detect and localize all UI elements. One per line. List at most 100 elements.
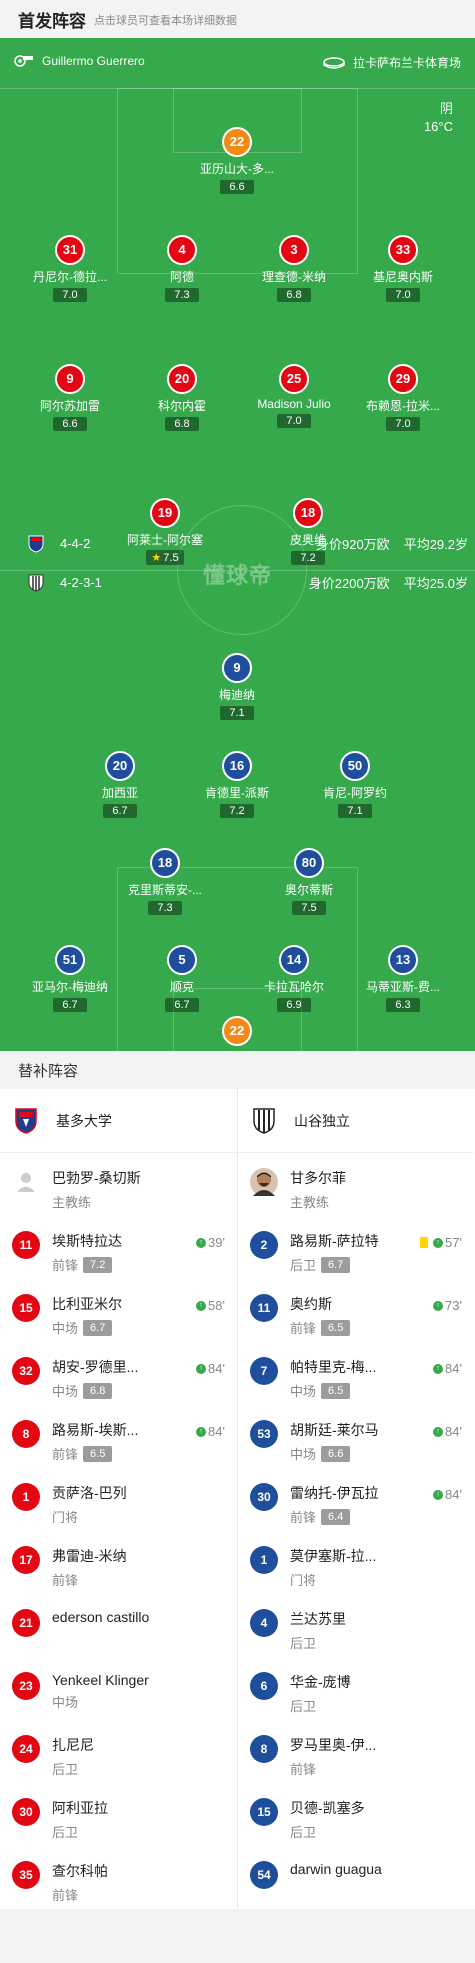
away-coach[interactable]: 甘多尔菲 主教练 — [238, 1153, 474, 1216]
sub-position-label: 中场 — [52, 1384, 79, 1399]
sub-number: 30 — [12, 1798, 40, 1826]
player-name: 亚历山大-多... — [200, 162, 274, 176]
home-player[interactable]: 9 阿尔苏加雷 6.6 — [10, 364, 130, 432]
sub-name: 胡安-罗德里... — [52, 1359, 139, 1375]
home-player[interactable]: 18 皮奥维 7.2 — [248, 498, 368, 566]
away-avg-age: 平均25.0岁 — [403, 576, 468, 591]
sub-in-minute: 84' — [208, 1361, 225, 1376]
weather-label: 阴 — [439, 101, 453, 116]
away-crest-icon — [28, 574, 46, 592]
venue: 拉卡萨布兰卡体育场 — [323, 54, 461, 71]
away-sub-row[interactable]: 30 雷纳托-伊瓦拉 前锋 6.4 ↑ 84' — [238, 1468, 474, 1531]
sub-rating: 6.4 — [321, 1508, 351, 1525]
sub-position: 中场 — [52, 1692, 237, 1711]
sub-number: 8 — [250, 1735, 278, 1763]
away-sub-row[interactable]: 15 贝德-凯塞多 后卫 — [238, 1783, 474, 1846]
away-player[interactable]: 22比利亚尔6.6 — [177, 1016, 297, 1051]
away-player[interactable]: 50 肯尼-阿罗约 7.1 — [295, 751, 415, 819]
home-player[interactable]: 25 Madison Julio 7.0 — [234, 364, 354, 429]
player-name: 马蒂亚斯-费... — [366, 980, 440, 994]
home-sub-row[interactable]: 15 比利亚米尔 中场 6.7 ↑ 58' — [0, 1279, 237, 1342]
sub-number: 1 — [12, 1483, 40, 1511]
player-number: 31 — [55, 235, 85, 265]
away-player[interactable]: 80 奥尔蒂斯 7.5 — [249, 848, 369, 916]
away-sub-row[interactable]: 6 华金-庞博 后卫 — [238, 1657, 474, 1720]
away-player[interactable]: 5 顺克 6.7 — [122, 945, 242, 1013]
sub-position-label: 前锋 — [290, 1510, 317, 1525]
away-sub-row[interactable]: 2 路易斯-萨拉特 后卫 6.7 ↑ 57' — [238, 1216, 474, 1279]
player-number: 80 — [294, 848, 324, 878]
player-number: 13 — [388, 945, 418, 975]
player-number: 9 — [222, 653, 252, 683]
home-player[interactable]: 3 理查德-米纳 6.8 — [234, 235, 354, 303]
sub-in-icon: ↑ — [433, 1426, 444, 1437]
player-rating: 6.6 — [53, 417, 87, 431]
away-crest-icon — [250, 1107, 278, 1135]
sub-name: 路易斯-埃斯... — [52, 1422, 139, 1438]
sub-name: 贡萨洛-巴列 — [52, 1485, 127, 1501]
home-sub-row[interactable]: 24 扎尼尼 后卫 — [0, 1720, 237, 1783]
player-rating: 7.2 — [220, 804, 254, 818]
away-player[interactable]: 16 肯德里-派斯 7.2 — [177, 751, 297, 819]
sub-position-label: 前锋 — [52, 1258, 79, 1273]
home-player[interactable]: 22 亚历山大-多... 6.6 — [177, 127, 297, 195]
player-rating: 6.9 — [277, 998, 311, 1012]
away-player[interactable]: 51 亚马尔-梅迪纳 6.7 — [10, 945, 130, 1013]
sub-name: 扎尼尼 — [52, 1737, 94, 1753]
home-player[interactable]: 20 科尔内霍 6.8 — [122, 364, 242, 432]
home-player[interactable]: 31 丹尼尔-德拉... 7.0 — [10, 235, 130, 303]
sub-in-icon: ↑ — [433, 1237, 444, 1248]
sub-in-icon: ↑ — [196, 1363, 207, 1374]
sub-in-time: ↑ 84' — [196, 1361, 225, 1376]
weather: 阴 16°C — [424, 100, 453, 136]
player-name: 卡拉瓦哈尔 — [263, 980, 324, 994]
home-subs-list: 11 埃斯特拉达 前锋 7.2 ↑ 39' 15 比利亚米尔 中场 6.7 ↑ 58' 32 胡安-罗德里… — [0, 1216, 237, 1909]
player-name: 科尔内霍 — [157, 399, 206, 413]
sub-rating: 6.7 — [83, 1319, 113, 1336]
away-sub-row[interactable]: 11 奥约斯 前锋 6.5 ↑ 73' — [238, 1279, 474, 1342]
sub-name: 雷纳托-伊瓦拉 — [290, 1485, 379, 1501]
away-sub-row[interactable]: 7 帕特里克-梅... 中场 6.5 ↑ 84' — [238, 1342, 474, 1405]
away-team-row[interactable]: 山谷独立 — [238, 1089, 474, 1153]
away-player[interactable]: 13 马蒂亚斯-费... 6.3 — [343, 945, 463, 1013]
away-player[interactable]: 18 克里斯蒂安-... 7.3 — [105, 848, 225, 916]
away-player[interactable]: 20 加西亚 6.7 — [60, 751, 180, 819]
sub-position: 前锋 7.2 — [52, 1255, 237, 1274]
home-player[interactable]: 19 阿莱士-阿尔塞 ★ 7.5 — [105, 498, 225, 566]
home-coach-name: 巴勃罗-桑切斯 — [52, 1170, 141, 1186]
away-sub-row[interactable]: 53 胡斯廷-莱尔马 中场 6.6 ↑ 84' — [238, 1405, 474, 1468]
away-sub-row[interactable]: 1 莫伊塞斯-拉... 门将 — [238, 1531, 474, 1594]
home-sub-row[interactable]: 11 埃斯特拉达 前锋 7.2 ↑ 39' — [0, 1216, 237, 1279]
away-sub-row[interactable]: 4 兰达苏里 后卫 — [238, 1594, 474, 1657]
sub-in-time: ↑ 84' — [433, 1424, 462, 1439]
sub-position-label: 后卫 — [52, 1825, 79, 1840]
home-sub-row[interactable]: 32 胡安-罗德里... 中场 6.8 ↑ 84' — [0, 1342, 237, 1405]
sub-name: 路易斯-萨拉特 — [290, 1233, 379, 1249]
home-sub-row[interactable]: 1 贡萨洛-巴列 门将 — [0, 1468, 237, 1531]
away-sub-row[interactable]: 54 darwin guagua — [238, 1846, 474, 1909]
player-rating: 7.1 — [220, 706, 254, 720]
pitch: Guillermo Guerrero 拉卡萨布兰卡体育场 阴 16°C 懂球帝 … — [0, 38, 475, 1051]
home-sub-row[interactable]: 21 ederson castillo — [0, 1594, 237, 1657]
home-sub-row[interactable]: 8 路易斯-埃斯... 前锋 6.5 ↑ 84' — [0, 1405, 237, 1468]
home-player[interactable]: 29 布赖恩-拉米... 7.0 — [343, 364, 463, 432]
away-sub-row[interactable]: 8 罗马里奥-伊... 前锋 — [238, 1720, 474, 1783]
sub-position-label: 后卫 — [290, 1699, 317, 1714]
player-name: Madison Julio — [257, 397, 331, 411]
home-sub-row[interactable]: 17 弗雷迪-米纳 前锋 — [0, 1531, 237, 1594]
home-team-row[interactable]: 基多大学 — [0, 1089, 237, 1153]
sub-position-label: 前锋 — [52, 1447, 79, 1462]
referee: Guillermo Guerrero — [14, 54, 145, 68]
home-player[interactable]: 4 阿德 7.3 — [122, 235, 242, 303]
sub-rating: 6.8 — [83, 1382, 113, 1399]
away-player[interactable]: 9 梅迪纳 7.1 — [177, 653, 297, 721]
sub-position-label: 中场 — [52, 1695, 79, 1710]
home-player[interactable]: 33 基尼奥内斯 7.0 — [343, 235, 463, 303]
home-coach[interactable]: 巴勃罗-桑切斯 主教练 — [0, 1153, 237, 1216]
home-sub-row[interactable]: 23 Yenkeel Klinger 中场 — [0, 1657, 237, 1720]
away-player[interactable]: 14 卡拉瓦哈尔 6.9 — [234, 945, 354, 1013]
player-number: 5 — [167, 945, 197, 975]
home-sub-row[interactable]: 35 查尔科帕 前锋 — [0, 1846, 237, 1909]
rating-value: 7.5 — [163, 552, 179, 564]
home-sub-row[interactable]: 30 阿利亚拉 后卫 — [0, 1783, 237, 1846]
